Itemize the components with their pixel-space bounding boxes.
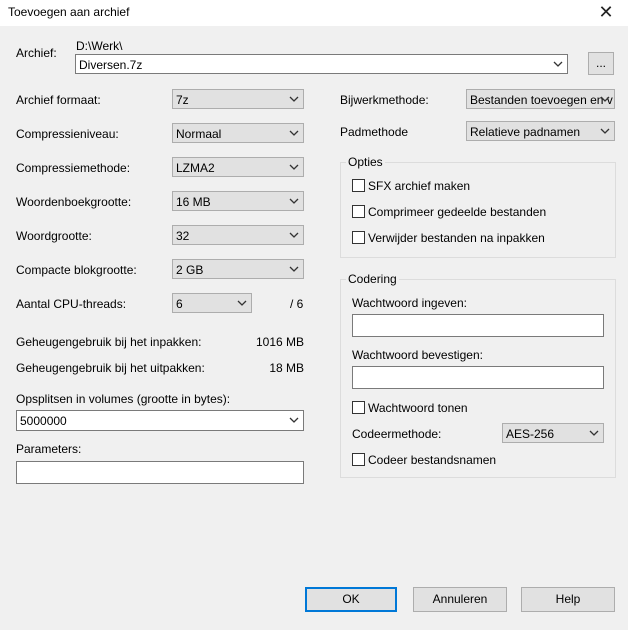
word-select[interactable]: 32 — [172, 225, 304, 245]
format-select[interactable]: 7z — [172, 89, 304, 109]
shared-checkbox[interactable] — [352, 205, 365, 218]
password-label: Wachtwoord ingeven: — [352, 296, 467, 310]
help-button[interactable]: Help — [521, 587, 615, 612]
show-password-label[interactable]: Wachtwoord tonen — [368, 401, 468, 415]
chevron-down-icon — [289, 232, 299, 238]
dict-label: Woordenboekgrootte: — [16, 195, 132, 209]
solid-label: Compacte blokgrootte: — [16, 263, 137, 277]
chevron-down-icon — [289, 266, 299, 272]
encryption-title: Codering — [346, 272, 399, 286]
format-value: 7z — [176, 93, 189, 107]
mem-pack-value: 1016 MB — [255, 335, 304, 349]
password-input[interactable] — [352, 314, 604, 337]
split-label: Opsplitsen in volumes (grootte in bytes)… — [16, 392, 231, 406]
dict-value: 16 MB — [176, 195, 211, 209]
sfx-label[interactable]: SFX archief maken — [368, 179, 470, 193]
chevron-down-icon — [600, 96, 610, 102]
threads-max: / 6 — [290, 297, 304, 311]
dict-select[interactable]: 16 MB — [172, 191, 304, 211]
confirm-password-input[interactable] — [352, 366, 604, 389]
enc-method-select[interactable]: AES-256 — [502, 423, 604, 443]
mem-unpack-value: 18 MB — [269, 361, 304, 375]
chevron-down-icon — [289, 96, 299, 102]
level-value: Normaal — [176, 127, 222, 141]
delete-label[interactable]: Verwijder bestanden na inpakken — [368, 231, 545, 245]
ok-button[interactable]: OK — [305, 587, 397, 612]
browse-button[interactable]: ... — [588, 52, 614, 75]
archive-path: D:\Werk\ — [76, 39, 123, 53]
method-label: Compressiemethode: — [16, 161, 131, 175]
archive-label: Archief: — [16, 46, 57, 60]
chevron-down-icon — [553, 61, 563, 67]
pathmode-value: Relatieve padnamen — [470, 125, 581, 139]
method-select[interactable]: LZMA2 — [172, 157, 304, 177]
pathmode-label: Padmethode — [340, 125, 409, 139]
update-label: Bijwerkmethode: — [340, 93, 429, 107]
format-label: Archief formaat: — [16, 93, 101, 107]
params-input[interactable] — [16, 461, 304, 484]
show-password-checkbox[interactable] — [352, 401, 365, 414]
level-select[interactable]: Normaal — [172, 123, 304, 143]
chevron-down-icon — [237, 300, 247, 306]
options-title: Opties — [346, 155, 385, 169]
method-value: LZMA2 — [176, 161, 215, 175]
update-value: Bestanden toevoegen en v — [470, 93, 613, 107]
confirm-label: Wachtwoord bevestigen: — [352, 348, 483, 362]
update-select[interactable]: Bestanden toevoegen en v — [466, 89, 615, 109]
solid-select[interactable]: 2 GB — [172, 259, 304, 279]
params-label: Parameters: — [16, 442, 82, 456]
split-value: 5000000 — [20, 414, 67, 428]
sfx-checkbox[interactable] — [352, 179, 365, 192]
window-title: Toevoegen aan archief — [8, 5, 130, 19]
chevron-down-icon — [289, 198, 299, 204]
chevron-down-icon — [589, 430, 599, 436]
pathmode-select[interactable]: Relatieve padnamen — [466, 121, 615, 141]
chevron-down-icon — [289, 417, 299, 423]
chevron-down-icon — [289, 164, 299, 170]
encrypt-names-checkbox[interactable] — [352, 453, 365, 466]
level-label: Compressieniveau: — [16, 127, 119, 141]
threads-select[interactable]: 6 — [172, 293, 252, 313]
chevron-down-icon — [600, 128, 610, 134]
word-label: Woordgrootte: — [16, 229, 92, 243]
cancel-button[interactable]: Annuleren — [413, 587, 507, 612]
delete-checkbox[interactable] — [352, 231, 365, 244]
chevron-down-icon — [289, 130, 299, 136]
mem-pack-label: Geheugengebruik bij het inpakken: — [16, 335, 202, 349]
shared-label[interactable]: Comprimeer gedeelde bestanden — [368, 205, 546, 219]
encrypt-names-label[interactable]: Codeer bestandsnamen — [368, 453, 496, 467]
solid-value: 2 GB — [176, 263, 204, 277]
word-value: 32 — [176, 229, 190, 243]
threads-label: Aantal CPU-threads: — [16, 297, 127, 311]
mem-unpack-label: Geheugengebruik bij het uitpakken: — [16, 361, 205, 375]
archive-name-combo[interactable]: Diversen.7z — [75, 54, 568, 74]
close-icon[interactable]: ✕ — [596, 2, 616, 22]
split-combo[interactable]: 5000000 — [16, 410, 304, 431]
archive-name-value: Diversen.7z — [79, 58, 143, 72]
enc-method-label: Codeermethode: — [352, 427, 442, 441]
